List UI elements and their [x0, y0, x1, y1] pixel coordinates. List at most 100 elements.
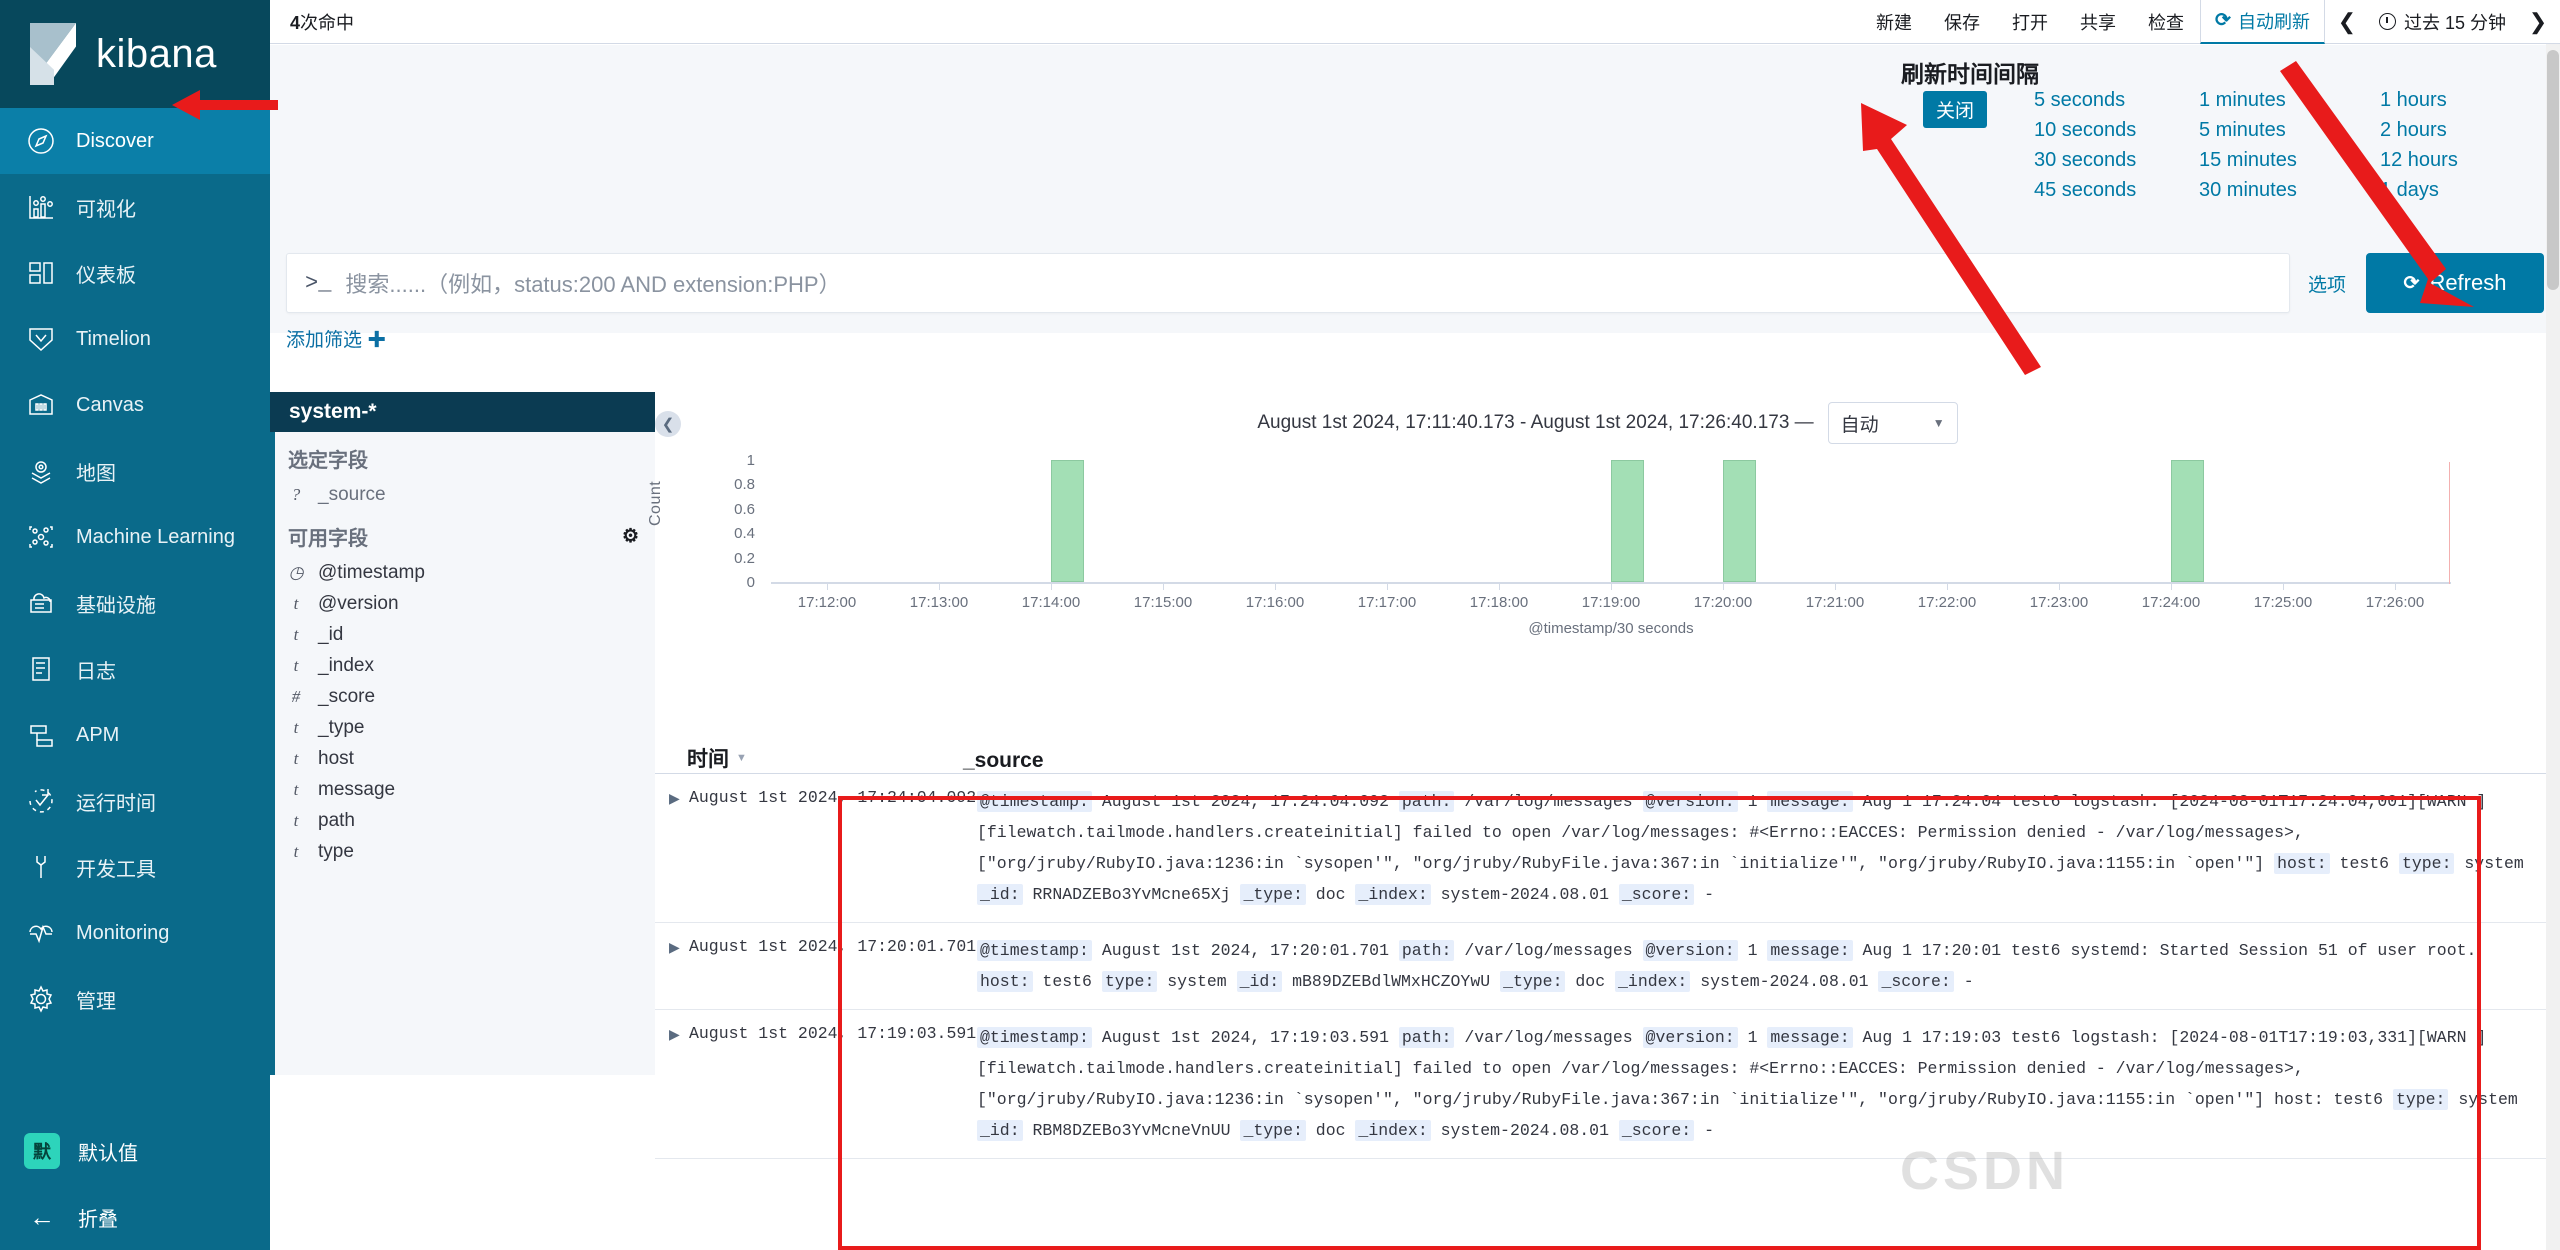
sidebar-item-仪表板[interactable]: 仪表板 [0, 240, 270, 306]
field-row-id[interactable]: t _id [275, 619, 655, 650]
time-next-button[interactable]: ❯ [2516, 0, 2560, 44]
expand-row-icon[interactable]: ▶ [655, 786, 689, 910]
column-header-source[interactable]: _source [885, 749, 1044, 773]
refresh-interval-15-minutes[interactable]: 15 minutes [2199, 149, 2297, 172]
gear-icon[interactable]: ⚙ [622, 525, 639, 548]
table-row[interactable]: ▶ August 1st 2024, 17:24:04.092 @timestamp… [655, 774, 2560, 923]
kibana-mark-icon [30, 23, 76, 85]
sidebar-item-运行时间[interactable]: 运行时间 [0, 768, 270, 834]
source-field-key: _type: [1500, 971, 1566, 992]
refresh-interval-5-seconds[interactable]: 5 seconds [2034, 89, 2136, 112]
refresh-interval-1-hours[interactable]: 1 hours [2380, 89, 2458, 112]
refresh-interval-1-days[interactable]: 1 days [2380, 179, 2458, 202]
x-tick-label: 17:14:00 [1021, 594, 1081, 611]
field-row-path[interactable]: t path [275, 805, 655, 836]
top-action-2[interactable]: 打开 [1996, 0, 2064, 44]
source-field-value: system [2458, 1090, 2518, 1109]
chart-interval-select[interactable]: 自动 ▼ [1827, 402, 1958, 444]
chart-bar[interactable] [1611, 460, 1644, 582]
logs-icon [24, 652, 58, 686]
search-input[interactable]: >_ 搜索......（例如，status:200 AND extension:… [286, 253, 2290, 313]
top-action-0[interactable]: 新建 [1860, 0, 1928, 44]
expand-row-icon[interactable]: ▶ [655, 1022, 689, 1146]
field-row-type[interactable]: t _type [275, 712, 655, 743]
source-field-key: host: [2274, 853, 2330, 874]
sidebar-item-label: Monitoring [76, 921, 170, 944]
table-row[interactable]: ▶ August 1st 2024, 17:19:03.591 @timestamp… [655, 1010, 2560, 1159]
row-source: @timestamp: August 1st 2024, 17:19:03.59… [969, 1022, 2560, 1146]
chart-plot-area [771, 460, 2451, 584]
expand-row-icon[interactable]: ▶ [655, 935, 689, 997]
sidebar-item-monitoring[interactable]: Monitoring [0, 900, 270, 966]
available-fields-title: 可用字段 ⚙ [275, 510, 655, 557]
refresh-button[interactable]: ⟳ Refresh [2366, 253, 2544, 313]
field-row-index[interactable]: t _index [275, 650, 655, 681]
field-row-type[interactable]: t type [275, 836, 655, 867]
refresh-interval-10-seconds[interactable]: 10 seconds [2034, 119, 2136, 142]
available-fields-list: ◷ @timestamp t @version t _id t _index # _score t _… [275, 557, 655, 867]
table-row[interactable]: ▶ August 1st 2024, 17:20:01.701 @timestamp… [655, 923, 2560, 1010]
sidebar-item-timelion[interactable]: Timelion [0, 306, 270, 372]
source-field-key: message: [1767, 1027, 1853, 1048]
sidebar-collapse-button[interactable]: ← 折叠 [0, 1184, 270, 1250]
refresh-interval-5-minutes[interactable]: 5 minutes [2199, 119, 2297, 142]
source-field-value: 1 [1747, 1028, 1758, 1047]
sidebar-item-开发工具[interactable]: 开发工具 [0, 834, 270, 900]
row-source: @timestamp: August 1st 2024, 17:24:04.09… [969, 786, 2560, 910]
query-options-link[interactable]: 选项 [2308, 270, 2346, 297]
refresh-interval-30-minutes[interactable]: 30 minutes [2199, 179, 2297, 202]
timelion-icon [24, 322, 58, 356]
chart-bar[interactable] [2171, 460, 2204, 582]
uptime-icon [24, 784, 58, 818]
sidebar-item-machine-learning[interactable]: Machine Learning [0, 504, 270, 570]
space-selector[interactable]: 默 默认值 [0, 1118, 270, 1184]
refresh-interval-30-seconds[interactable]: 30 seconds [2034, 149, 2136, 172]
refresh-interval-45-seconds[interactable]: 45 seconds [2034, 179, 2136, 202]
sidebar-item-discover[interactable]: Discover [0, 108, 270, 174]
x-tickmark [2059, 584, 2060, 590]
top-action-4[interactable]: 检查 [2132, 0, 2200, 44]
time-prev-button[interactable]: ❮ [2325, 0, 2369, 44]
sidebar-item-apm[interactable]: APM [0, 702, 270, 768]
chart-bar[interactable] [1723, 460, 1756, 582]
source-field-value: RRNADZEBo3YvMcne65Xj [1032, 885, 1231, 904]
refresh-interval-2-hours[interactable]: 2 hours [2380, 119, 2458, 142]
x-tick-label: 17:13:00 [909, 594, 969, 611]
time-range-button[interactable]: 过去 15 分钟 [2369, 0, 2516, 44]
field-row-source[interactable]: ? _source [275, 479, 655, 510]
add-filter-button[interactable]: 添加筛选 ✚ [286, 325, 386, 352]
field-row-timestamp[interactable]: ◷ @timestamp [275, 557, 655, 588]
auto-refresh-button[interactable]: ⟳ 自动刷新 [2200, 0, 2325, 44]
field-row-version[interactable]: t @version [275, 588, 655, 619]
field-row-score[interactable]: # _score [275, 681, 655, 712]
row-timestamp: August 1st 2024, 17:20:01.701 [689, 937, 977, 956]
sidebar-item-日志[interactable]: 日志 [0, 636, 270, 702]
gear-icon [24, 982, 58, 1016]
x-tickmark [2395, 584, 2396, 590]
kibana-logo[interactable]: kibana [0, 0, 270, 108]
column-header-time[interactable]: 时间 ▼ [655, 743, 885, 773]
top-action-3[interactable]: 共享 [2064, 0, 2132, 44]
field-row-host[interactable]: t host [275, 743, 655, 774]
field-row-message[interactable]: t message [275, 774, 655, 805]
page-scrollbar-thumb[interactable] [2547, 50, 2559, 290]
refresh-interval-12-hours[interactable]: 12 hours [2380, 149, 2458, 172]
refresh-interval-off-button[interactable]: 关闭 [1923, 91, 1988, 128]
row-timestamp: August 1st 2024, 17:24:04.092 [689, 788, 977, 807]
source-field-key: @timestamp: [977, 1027, 1092, 1048]
refresh-interval-1-minutes[interactable]: 1 minutes [2199, 89, 2297, 112]
field-type-icon: t [293, 717, 299, 737]
sidebar-item-可视化[interactable]: 可视化 [0, 174, 270, 240]
x-tickmark [827, 584, 828, 590]
sidebar-item-基础设施[interactable]: 基础设施 [0, 570, 270, 636]
sidebar-item-地图[interactable]: 地图 [0, 438, 270, 504]
histogram-chart[interactable]: Count 0 0.2 0.4 0.6 0.8 1 17:12:00 17:13:00 17:… [647, 452, 2560, 654]
chart-interval-value: 自动 [1840, 414, 1879, 436]
index-pattern-selector[interactable]: system-* [270, 392, 655, 432]
chart-bar[interactable] [1051, 460, 1084, 582]
sidebar-item-管理[interactable]: 管理 [0, 966, 270, 1032]
sidebar-item-canvas[interactable]: Canvas [0, 372, 270, 438]
documents-table-rows: ▶ August 1st 2024, 17:24:04.092 @timestamp… [655, 774, 2560, 1159]
x-tickmark [2171, 584, 2172, 590]
top-action-1[interactable]: 保存 [1928, 0, 1996, 44]
